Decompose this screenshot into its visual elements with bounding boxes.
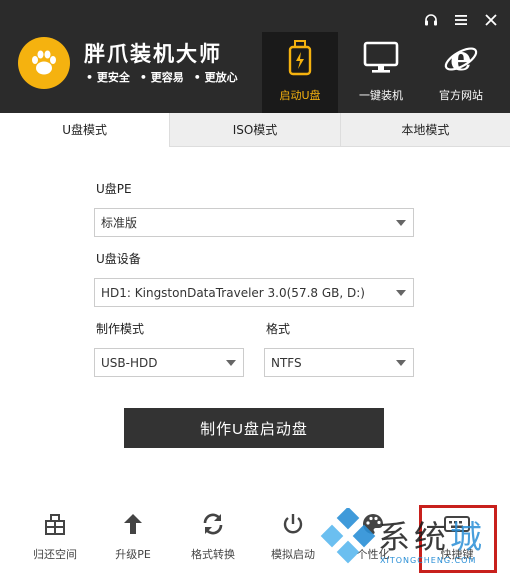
device-label: U盘设备 (96, 252, 141, 266)
tab-iso-mode[interactable]: ISO模式 (169, 113, 339, 146)
make-usb-boot-button[interactable]: 制作U盘启动盘 (124, 408, 384, 448)
tool-simulate-boot[interactable]: 模拟启动 (258, 510, 328, 562)
app-header: 胖爪装机大师 更安全 更容易 更放心 启动U盘 一键装机 e (0, 0, 510, 113)
app-title: 胖爪装机大师 (84, 42, 222, 66)
tool-upgrade-pe[interactable]: 升级PE (98, 510, 168, 562)
power-icon (281, 510, 305, 538)
mode-label: 制作模式 (96, 322, 145, 336)
chevron-down-icon (226, 360, 236, 366)
tab-usb-mode[interactable]: U盘模式 (0, 113, 170, 147)
slogans: 更安全 更容易 更放心 (86, 69, 238, 85)
tool-label: 模拟启动 (271, 548, 315, 561)
monitor-icon (363, 38, 399, 78)
nav-label: 官方网站 (439, 89, 483, 102)
tool-format-convert[interactable]: 格式转换 (178, 510, 248, 562)
slogan-item: 更安全 (86, 69, 130, 85)
chevron-down-icon (396, 220, 406, 226)
tool-label: 升级PE (115, 548, 151, 561)
format-select-value: NTFS (271, 355, 302, 370)
tool-restore-space[interactable]: 归还空间 (20, 510, 90, 562)
nav-label: 启动U盘 (279, 89, 321, 102)
pe-select-value: 标准版 (101, 216, 138, 230)
watermark-url: XITONGCHENG.COM (380, 556, 477, 565)
device-select-value: HD1: KingstonDataTraveler 3.0(57.8 GB, D… (101, 285, 365, 300)
watermark-main: 系统 (378, 518, 451, 556)
slogan-item: 更容易 (140, 69, 184, 85)
usb-lightning-icon (287, 38, 313, 78)
tool-label: 格式转换 (191, 548, 235, 561)
convert-icon (201, 510, 225, 538)
tab-local-mode[interactable]: 本地模式 (339, 113, 510, 146)
tool-label: 归还空间 (33, 548, 77, 561)
nav-label: 一键装机 (359, 89, 403, 102)
paw-icon (18, 37, 70, 89)
format-select[interactable]: NTFS (264, 348, 414, 377)
menu-icon[interactable] (448, 9, 474, 31)
nav-official-website[interactable]: e 官方网站 (423, 38, 499, 113)
restore-space-icon (43, 510, 67, 538)
headset-icon[interactable] (418, 9, 444, 31)
watermark: 系统城 XITONGCHENG.COM (320, 506, 505, 572)
svg-text:e: e (450, 40, 472, 76)
mode-select[interactable]: USB-HDD (94, 348, 244, 377)
mode-select-value: USB-HDD (101, 355, 158, 370)
mode-tabs: U盘模式 ISO模式 本地模式 (0, 113, 510, 147)
slogan-item: 更放心 (194, 69, 238, 85)
close-icon[interactable] (478, 9, 504, 31)
device-select[interactable]: HD1: KingstonDataTraveler 3.0(57.8 GB, D… (94, 278, 414, 307)
chevron-down-icon (396, 290, 406, 296)
ie-browser-icon: e (443, 38, 479, 78)
nav-one-click-install[interactable]: 一键装机 (343, 38, 419, 113)
watermark-logo-icon (320, 508, 376, 564)
nav-usb-boot[interactable]: 启动U盘 (262, 32, 338, 113)
format-label: 格式 (266, 322, 291, 336)
chevron-down-icon (396, 360, 406, 366)
pe-label: U盘PE (96, 182, 132, 196)
pe-select[interactable]: 标准版 (94, 208, 414, 237)
watermark-text: 系统城 (378, 512, 486, 558)
watermark-accent: 城 (450, 518, 487, 556)
arrow-up-icon (121, 510, 145, 538)
window-controls (418, 9, 504, 31)
